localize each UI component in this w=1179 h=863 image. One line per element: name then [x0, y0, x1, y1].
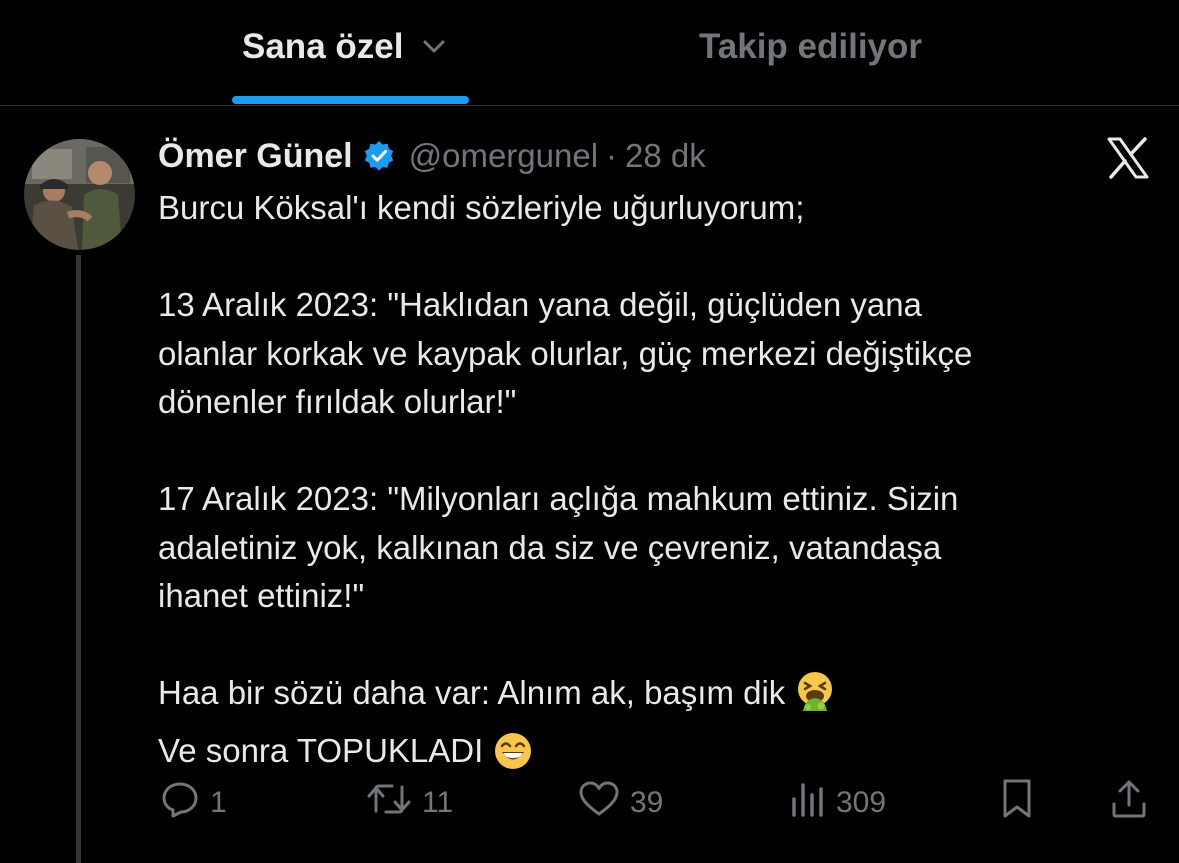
- timeline-tabs: Sana özel Takip ediliyor: [0, 0, 1179, 106]
- retweet-count: 11: [422, 786, 454, 819]
- author-name[interactable]: Ömer Günel: [158, 137, 353, 176]
- active-tab-indicator: [232, 96, 469, 104]
- tweet-line: olanlar korkak ve kaypak olurlar, güç me…: [158, 334, 973, 372]
- tweet-line-with-emoji: Haa bir sözü daha var: Alnım ak, başım d…: [158, 669, 1158, 727]
- author-handle[interactable]: @omergunel: [409, 137, 598, 175]
- reply-count: 1: [210, 786, 227, 819]
- tweet-text: Burcu Köksal'ı kendi sözleriyle uğurluyo…: [158, 184, 1158, 784]
- like-button[interactable]: 39: [578, 775, 663, 831]
- retweet-icon: [366, 779, 412, 827]
- tweet-line: adaletiniz yok, kalkınan da siz ve çevre…: [158, 528, 942, 566]
- views-button[interactable]: 309: [790, 775, 886, 831]
- verified-badge-icon: [363, 140, 395, 172]
- vomiting-face-emoji: [795, 671, 835, 727]
- tab-following-label: Takip ediliyor: [699, 27, 923, 66]
- heart-icon: [578, 779, 620, 827]
- bookmark-icon: [1000, 778, 1034, 828]
- tweet-actions: 1 11 39 309: [0, 775, 1179, 831]
- tweet-line: ihanet ettiniz!": [158, 577, 365, 614]
- retweet-button[interactable]: 11: [366, 775, 453, 831]
- tweet-line: Ve sonra TOPUKLADI: [158, 731, 484, 769]
- tab-following[interactable]: Takip ediliyor: [699, 22, 922, 72]
- tab-for-you-label: Sana özel: [242, 27, 404, 66]
- separator-dot: ·: [606, 137, 618, 174]
- x-logo-icon: [1106, 137, 1150, 179]
- thread-line: [76, 255, 81, 863]
- bookmark-button[interactable]: [1000, 775, 1034, 831]
- reply-icon: [160, 779, 200, 827]
- tweet-line: dönenler fırıldak olurlar!": [158, 383, 517, 420]
- avatar[interactable]: [24, 139, 135, 250]
- share-icon: [1110, 778, 1148, 828]
- tweet-line: Haa bir sözü daha var: Alnım ak, başım d…: [158, 674, 786, 711]
- tweet-line: 13 Aralık 2023: "Haklıdan yana değil, gü…: [158, 286, 922, 323]
- share-button[interactable]: [1110, 775, 1148, 831]
- like-count: 39: [630, 786, 664, 819]
- views-count: 309: [836, 786, 887, 819]
- tweet-time[interactable]: 28 dk: [625, 137, 706, 175]
- tweet-header: Ömer Günel @omergunel · 28 dk: [158, 132, 706, 180]
- chevron-down-icon: [423, 40, 445, 54]
- analytics-icon: [790, 779, 826, 827]
- tab-for-you[interactable]: Sana özel: [242, 22, 445, 72]
- reply-button[interactable]: 1: [160, 775, 227, 831]
- tweet-line: 17 Aralık 2023: "Milyonları açlığa mahku…: [158, 480, 959, 517]
- tweet-line: Burcu Köksal'ı kendi sözleriyle uğurluyo…: [158, 189, 805, 226]
